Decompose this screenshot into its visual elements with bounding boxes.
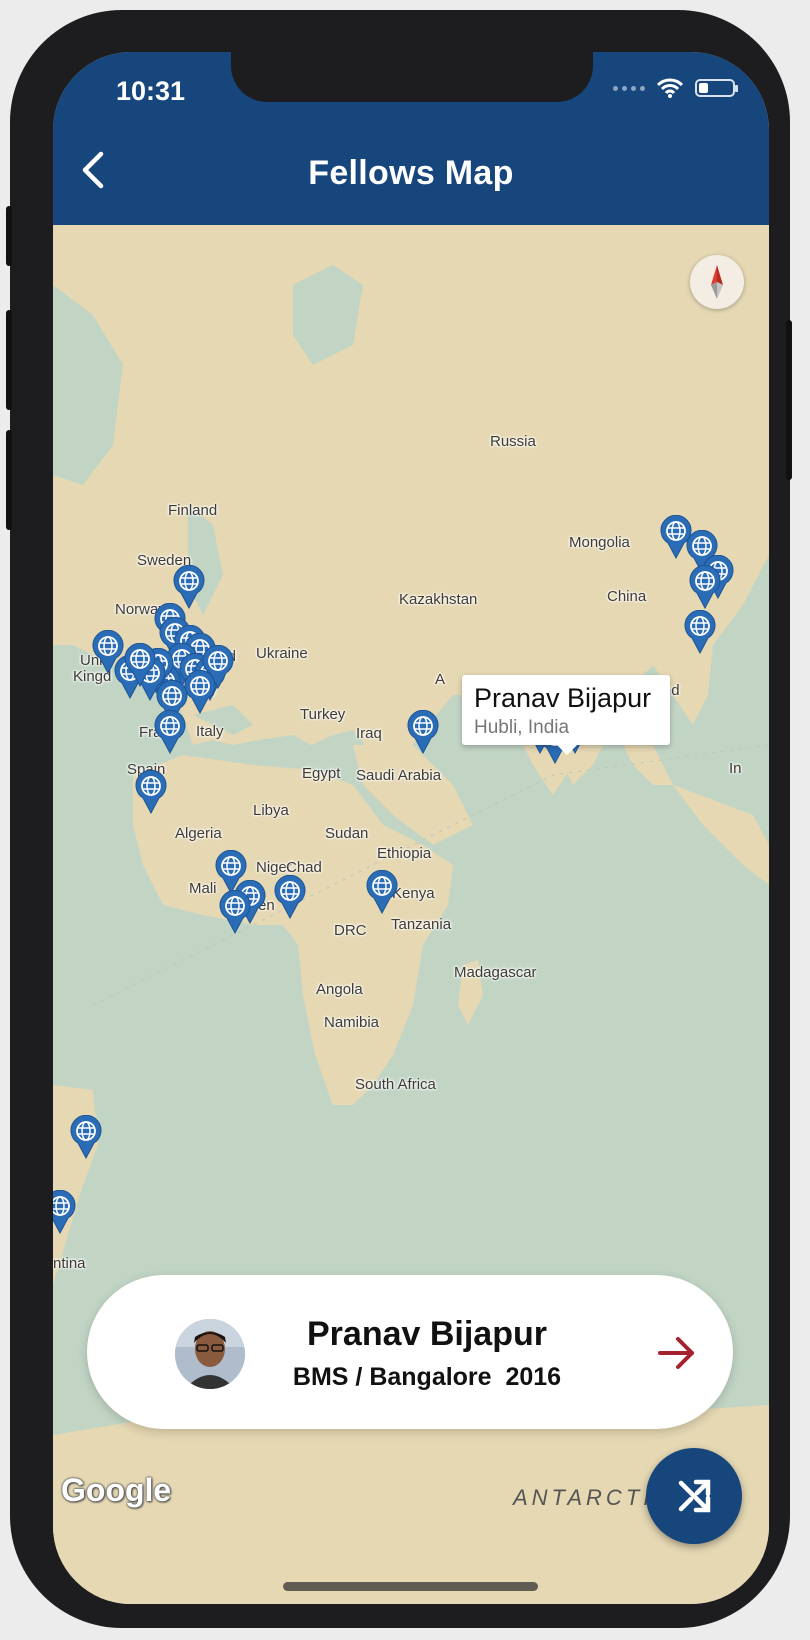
arrow-right-icon xyxy=(658,1337,694,1369)
map-label: Ukraine xyxy=(256,645,308,662)
globe-pin-icon[interactable] xyxy=(406,709,440,755)
callout-name: Pranav Bijapur xyxy=(474,683,652,713)
map-callout[interactable]: Pranav Bijapur Hubli, India xyxy=(462,675,670,755)
map-label: China xyxy=(607,588,647,605)
map-label: Finland xyxy=(168,502,218,519)
callout-location: Hubli, India xyxy=(474,717,570,738)
globe-pin-icon[interactable] xyxy=(53,1189,77,1235)
next-fellow-button[interactable] xyxy=(657,1333,697,1373)
map-label: Namibia xyxy=(324,1014,380,1031)
mute-switch xyxy=(6,206,12,266)
globe-pin-icon[interactable] xyxy=(273,874,307,920)
volume-down-button xyxy=(6,430,12,530)
globe-pin-icon[interactable] xyxy=(123,642,157,688)
globe-pin-icon[interactable] xyxy=(688,564,722,610)
screen: Russia Finland Sweden Norway Mongolia China Ka… xyxy=(53,52,769,1604)
globe-pin-icon[interactable] xyxy=(365,869,399,915)
globe-pin-icon[interactable] xyxy=(69,1114,103,1160)
wifi-icon xyxy=(657,78,683,98)
page-title: Fellows Map xyxy=(308,154,514,192)
status-time: 10:31 xyxy=(116,76,186,106)
map-label: In xyxy=(729,760,742,777)
compass-icon[interactable] xyxy=(690,255,744,309)
fellow-program: BMS / Bangalore 2016 xyxy=(292,1363,562,1391)
globe-pin-icon[interactable] xyxy=(683,609,717,655)
avatar xyxy=(175,1319,245,1389)
fellow-card[interactable]: Pranav Bijapur BMS / Bangalore 2016 xyxy=(87,1275,733,1429)
power-button xyxy=(786,320,792,480)
map-label: A xyxy=(435,671,446,688)
map-label: Russia xyxy=(490,433,536,450)
fellow-name: Pranav Bijapur xyxy=(307,1315,547,1353)
map-label: Ethiopia xyxy=(377,845,432,862)
shuffle-button[interactable] xyxy=(646,1448,742,1544)
map-label: Italy xyxy=(196,723,224,740)
phone-frame: Russia Finland Sweden Norway Mongolia China Ka… xyxy=(6,10,792,1628)
nav-header: 10:31 Fellows Map xyxy=(53,52,769,225)
map-label: Algeria xyxy=(175,825,222,842)
map-label: Egypt xyxy=(302,765,341,782)
map-label: Iraq xyxy=(356,725,382,742)
map-label: Tanzania xyxy=(391,916,452,933)
globe-pin-icon[interactable] xyxy=(183,669,217,715)
map-label: Libya xyxy=(253,802,289,819)
map-label: Madagascar xyxy=(454,964,537,981)
battery-icon xyxy=(695,79,738,97)
map-label: Chad xyxy=(286,859,322,876)
volume-up-button xyxy=(6,310,12,410)
map-label: Mali xyxy=(189,880,217,897)
map-label: South Africa xyxy=(355,1076,436,1093)
home-indicator[interactable] xyxy=(283,1582,538,1591)
map-label: Turkey xyxy=(300,706,346,723)
map-label: Angola xyxy=(316,981,363,998)
notch xyxy=(231,52,593,102)
status-icons xyxy=(613,78,738,98)
map-label: DRC xyxy=(334,922,367,939)
map-label: Kazakhstan xyxy=(399,591,478,608)
google-logo[interactable]: Google xyxy=(61,1472,171,1509)
shuffle-icon xyxy=(678,1479,711,1513)
globe-pin-icon[interactable] xyxy=(134,769,168,815)
map-label: ntina xyxy=(53,1255,86,1272)
map-label: Mongolia xyxy=(569,534,630,551)
map-label: Sudan xyxy=(325,825,369,842)
signal-icon xyxy=(613,85,645,91)
globe-pin-icon[interactable] xyxy=(218,889,252,935)
globe-pin-icon[interactable] xyxy=(153,709,187,755)
map-label: Saudi Arabia xyxy=(356,767,442,784)
